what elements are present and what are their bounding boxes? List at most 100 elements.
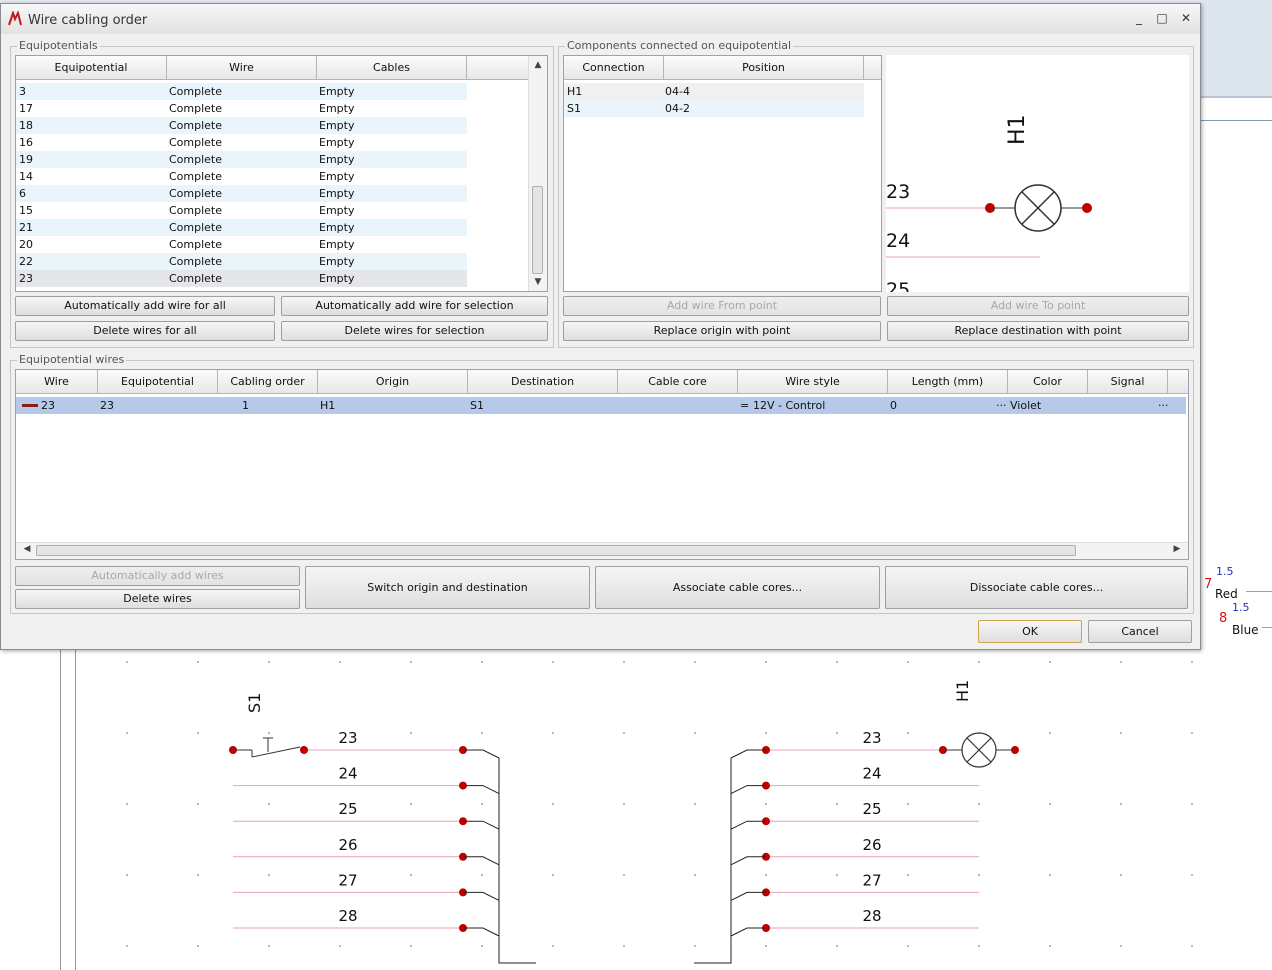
column-header-connection-points[interactable]: Connection points	[564, 56, 664, 97]
column-header-wire[interactable]: Wire	[16, 370, 98, 394]
replace-origin-button[interactable]: Replace origin with point	[563, 321, 881, 341]
auto-add-wire-all-button[interactable]: Automatically add wire for all	[15, 296, 275, 316]
grid-dot	[907, 803, 909, 805]
wire-number-label: 25	[862, 800, 881, 818]
cable-entry	[463, 785, 500, 795]
wires-horizontal-scrollbar[interactable]: ◀ ▶	[16, 542, 1188, 559]
column-header-color[interactable]: Color	[1008, 370, 1088, 394]
column-header-length-mm[interactable]: Length (mm)	[888, 370, 1008, 394]
table-row[interactable]: 18 Complete Empty	[16, 117, 467, 134]
table-row[interactable]: 16 Complete Empty	[16, 134, 467, 151]
column-header-equipotential[interactable]: Equipotential	[98, 370, 218, 394]
cell-wire: Complete	[169, 187, 223, 200]
schematic-grid	[126, 661, 1193, 947]
grid-dot	[552, 803, 554, 805]
column-header-signal[interactable]: Signal	[1088, 370, 1168, 394]
grid-dot	[765, 803, 767, 805]
dialog-titlebar[interactable]: Wire cabling order _ □ ✕	[1, 4, 1200, 34]
column-header-origin[interactable]: Origin	[318, 370, 468, 394]
connection-points-table[interactable]: Connection points Position H1 04-4 S1 04-2	[563, 55, 882, 292]
equipotentials-vertical-scrollbar[interactable]: ▲ ▼	[528, 56, 547, 291]
cell-equipotential: 18	[19, 119, 33, 132]
table-row[interactable]: 6 Complete Empty	[16, 185, 467, 202]
column-header-equipotential[interactable]: Equipotential	[16, 56, 167, 80]
schematic-label-h1: H1	[953, 680, 972, 702]
scroll-up-icon[interactable]: ▲	[529, 60, 547, 70]
wire-number-label: 23	[338, 729, 357, 747]
schematic-canvas[interactable]: 23 24 25 26 27 28 23 24 25 26 27 28 S1 H1	[0, 650, 1272, 970]
length-ellipsis-button[interactable]: ···	[996, 397, 1007, 414]
switch-origin-destination-button[interactable]: Switch origin and destination	[305, 566, 590, 609]
table-row[interactable]: 22 Complete Empty	[16, 253, 467, 270]
table-row[interactable]: 15 Complete Empty	[16, 202, 467, 219]
close-icon[interactable]: ✕	[1178, 10, 1194, 26]
associate-cable-cores-button[interactable]: Associate cable cores...	[595, 566, 880, 609]
table-row[interactable]: 20 Complete Empty	[16, 236, 467, 253]
table-row[interactable]: 17 Complete Empty	[16, 100, 467, 117]
column-header-wire-style[interactable]: Wire style	[738, 370, 888, 394]
add-wire-from-point-button[interactable]: Add wire From point	[563, 296, 881, 316]
delete-wires-selection-button[interactable]: Delete wires for selection	[281, 321, 548, 341]
column-header-destination[interactable]: Destination	[468, 370, 618, 394]
preview-wire-label-24: 24	[886, 230, 910, 252]
cell-wire: Complete	[169, 255, 223, 268]
signal-ellipsis-button[interactable]: ···	[1158, 397, 1169, 414]
scroll-left-icon[interactable]: ◀	[18, 544, 36, 554]
cell-equipotential: 23	[19, 272, 33, 285]
cell-cables: Empty	[319, 255, 355, 268]
delete-wires-all-button[interactable]: Delete wires for all	[15, 321, 275, 341]
grid-dot	[268, 803, 270, 805]
equipotentials-group-label: Equipotentials	[17, 39, 100, 52]
table-row[interactable]: 21 Complete Empty	[16, 219, 467, 236]
dissociate-cable-cores-button[interactable]: Dissociate cable cores...	[885, 566, 1188, 609]
column-header-cables[interactable]: Cables	[317, 56, 467, 80]
column-header-position[interactable]: Position	[664, 56, 864, 80]
grid-dot	[623, 732, 625, 734]
grid-dot	[765, 661, 767, 663]
grid-dot	[197, 732, 199, 734]
minimize-icon[interactable]: _	[1131, 10, 1147, 26]
scrollbar-thumb[interactable]	[36, 545, 1076, 556]
scroll-right-icon[interactable]: ▶	[1168, 544, 1186, 554]
wire-number-label: 26	[338, 836, 357, 854]
table-row[interactable]: 19 Complete Empty	[16, 151, 467, 168]
replace-destination-button[interactable]: Replace destination with point	[887, 321, 1189, 341]
grid-dot	[126, 874, 128, 876]
cell-cables: Empty	[319, 221, 355, 234]
column-header-filler	[864, 56, 881, 80]
column-header-cable-core[interactable]: Cable core	[618, 370, 738, 394]
cell-wire-style-prefix: =	[740, 399, 750, 412]
auto-add-wires-button[interactable]: Automatically add wires	[15, 566, 300, 586]
cell-wire: Complete	[169, 221, 223, 234]
table-row[interactable]: 14 Complete Empty	[16, 168, 467, 185]
cell-wire: Complete	[169, 272, 223, 285]
column-header-wire[interactable]: Wire	[167, 56, 317, 80]
table-row[interactable]: S1 04-2	[564, 100, 864, 117]
grid-dot	[410, 874, 412, 876]
column-header-filler	[467, 56, 530, 80]
table-row[interactable]: 23 Complete Empty	[16, 270, 467, 287]
table-row[interactable]: 3 Complete Empty	[16, 83, 467, 100]
auto-add-wire-selection-button[interactable]: Automatically add wire for selection	[281, 296, 548, 316]
wire-number-label: 26	[862, 836, 881, 854]
equipotential-wires-table[interactable]: Wire Equipotential Cabling order Origin Dest…	[15, 369, 1189, 560]
cell-position: 04-2	[665, 102, 690, 115]
add-wire-to-point-button[interactable]: Add wire To point	[887, 296, 1189, 316]
cable-entry	[463, 820, 500, 830]
cancel-button[interactable]: Cancel	[1088, 620, 1192, 643]
scrollbar-thumb[interactable]	[532, 186, 543, 274]
column-header-filler	[1168, 370, 1188, 394]
wire-icon	[22, 404, 38, 407]
maximize-icon[interactable]: □	[1154, 10, 1170, 26]
grid-dot	[410, 732, 412, 734]
ok-button[interactable]: OK	[978, 620, 1082, 643]
column-header-cabling-order[interactable]: Cabling order	[218, 370, 318, 394]
delete-wires-button[interactable]: Delete wires	[15, 589, 300, 609]
table-row[interactable]: H1 04-4	[564, 83, 864, 100]
equipotentials-table[interactable]: Equipotential Wire Cables 3 Complete Empty…	[15, 55, 548, 292]
grid-dot	[126, 803, 128, 805]
cell-cables: Empty	[319, 119, 355, 132]
scroll-down-icon[interactable]: ▼	[529, 277, 547, 287]
table-row[interactable]: 23 23 1 H1 S1 = 12V - Control 0 ··· Violet ···	[16, 397, 1186, 414]
wire-number-label: 27	[338, 871, 357, 889]
